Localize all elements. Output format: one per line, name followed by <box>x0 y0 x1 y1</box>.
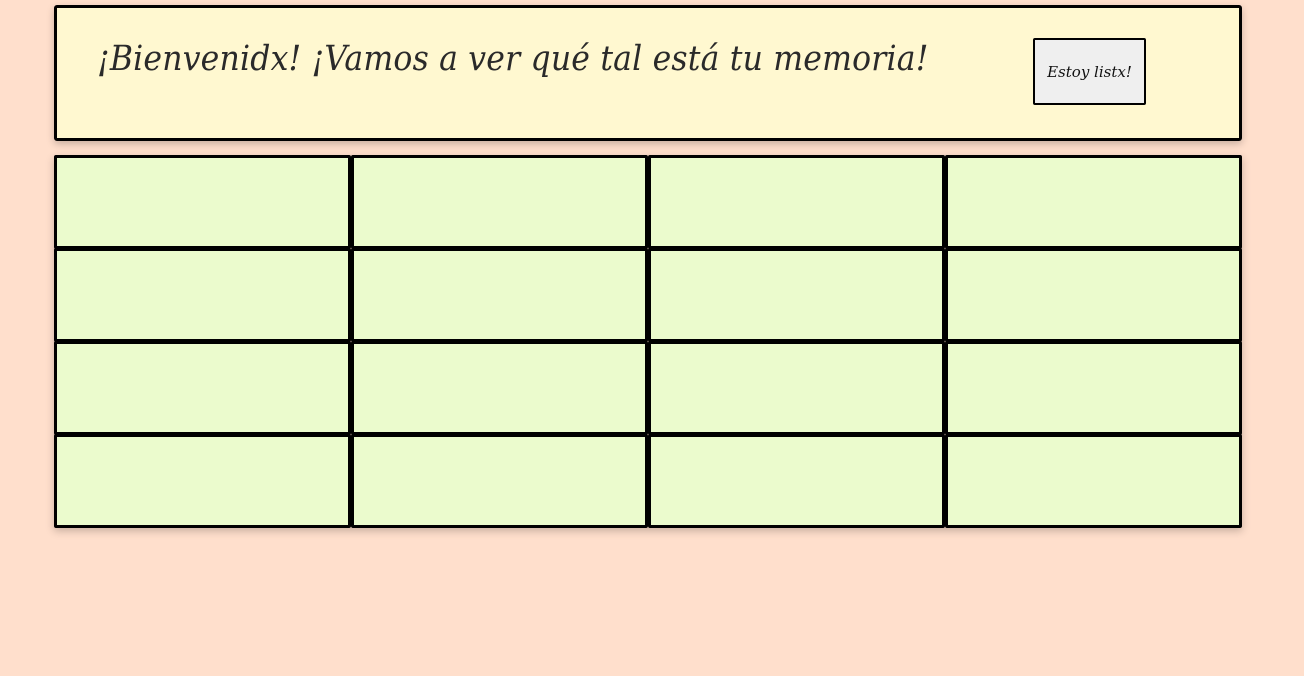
memory-card[interactable] <box>351 248 648 342</box>
memory-card[interactable] <box>54 248 351 342</box>
memory-card[interactable] <box>54 155 351 249</box>
memory-card[interactable] <box>351 155 648 249</box>
memory-card[interactable] <box>648 248 945 342</box>
memory-card[interactable] <box>54 434 351 528</box>
game-header: ¡Bienvenidx! ¡Vamos a ver qué tal está t… <box>54 5 1242 141</box>
memory-card[interactable] <box>648 155 945 249</box>
welcome-title: ¡Bienvenidx! ¡Vamos a ver qué tal está t… <box>97 39 929 79</box>
memory-card[interactable] <box>945 341 1242 435</box>
memory-card[interactable] <box>945 434 1242 528</box>
memory-card[interactable] <box>945 248 1242 342</box>
memory-game-page: ¡Bienvenidx! ¡Vamos a ver qué tal está t… <box>0 0 1304 676</box>
memory-card[interactable] <box>54 341 351 435</box>
ready-button[interactable]: Estoy listx! <box>1033 38 1146 105</box>
memory-card-board <box>54 155 1242 528</box>
memory-card[interactable] <box>351 341 648 435</box>
memory-card[interactable] <box>945 155 1242 249</box>
memory-card[interactable] <box>351 434 648 528</box>
memory-card[interactable] <box>648 434 945 528</box>
memory-card[interactable] <box>648 341 945 435</box>
